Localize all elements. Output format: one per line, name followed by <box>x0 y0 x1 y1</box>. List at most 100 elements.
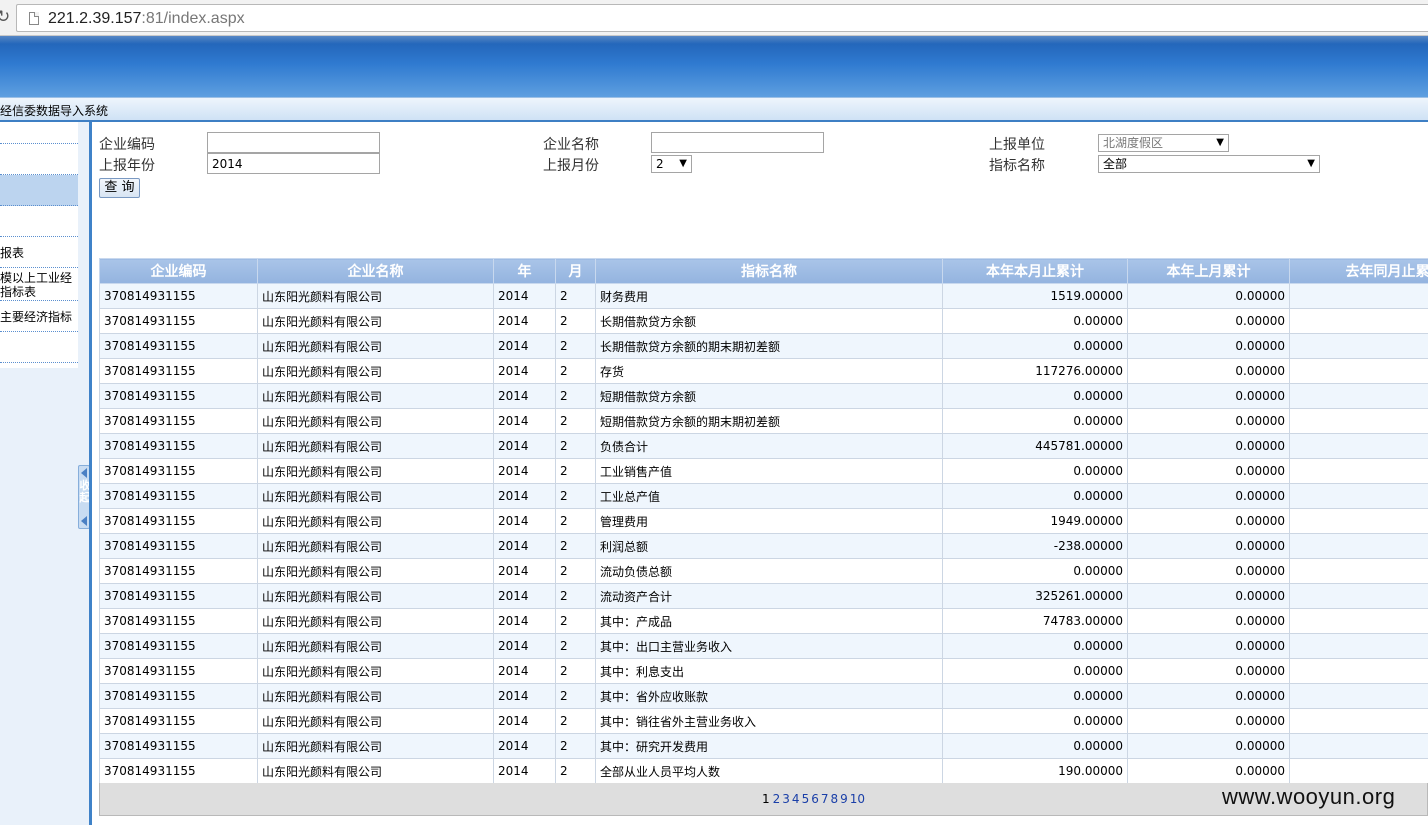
table-row[interactable]: 370814931155 山东阳光颜料有限公司 2014 2 流动资产合计 325261.… <box>99 583 1428 609</box>
table-cell: 190.00000 <box>942 758 1128 784</box>
table-cell: 0.00000 <box>942 558 1128 584</box>
column-header[interactable]: 年 <box>493 258 556 284</box>
table-cell: 山东阳光颜料有限公司 <box>257 483 494 509</box>
table-cell: 山东阳光颜料有限公司 <box>257 508 494 534</box>
table-cell: 2014 <box>493 558 556 584</box>
table-row[interactable]: 370814931155 山东阳光颜料有限公司 2014 2 其中：产成品 74783.0… <box>99 608 1428 634</box>
table-cell: 107620 <box>1289 358 1428 384</box>
report-month-select[interactable]: 2 ▼ <box>651 155 692 173</box>
table-cell: 370814931155 <box>99 733 258 759</box>
table-cell: 0.00000 <box>942 408 1128 434</box>
report-year-input[interactable] <box>207 153 380 174</box>
report-unit-select[interactable]: 北湖度假区 ▼ <box>1098 134 1229 152</box>
pager-page-link[interactable]: 7 <box>821 792 829 806</box>
pager-page-link[interactable]: 5 <box>802 792 810 806</box>
table-row[interactable]: 370814931155 山东阳光颜料有限公司 2014 2 其中：省外应收账款 0.00… <box>99 683 1428 709</box>
collapse-arrow-icon <box>81 516 87 526</box>
table-cell: 370814931155 <box>99 308 258 334</box>
data-table: 企业编码企业名称年月指标名称本年本月止累计本年上月累计去年同月止累计 37081… <box>99 258 1428 818</box>
table-cell: 流动负债总额 <box>595 558 943 584</box>
column-header[interactable]: 去年同月止累计 <box>1289 258 1428 284</box>
table-cell: 1519.00000 <box>942 283 1128 309</box>
sidebar-item[interactable]: 规模以上工业经济指标表 <box>0 269 78 301</box>
report-month-label: 上报月份 <box>543 158 599 174</box>
sidebar-item[interactable]: 入 <box>0 145 78 175</box>
table-cell: 0.00000 <box>1127 633 1290 659</box>
sidebar-item[interactable]: 况报表 <box>0 238 78 268</box>
table-row[interactable]: 370814931155 山东阳光颜料有限公司 2014 2 长期借款贷方余额的期末期初… <box>99 333 1428 359</box>
pager-page-link[interactable]: 6 <box>811 792 819 806</box>
table-row[interactable]: 370814931155 山东阳光颜料有限公司 2014 2 管理费用 1949.0000… <box>99 508 1428 534</box>
table-cell: 0.00000 <box>1127 283 1290 309</box>
url-input[interactable]: 221.2.39.157:81/index.aspx <box>16 4 1428 32</box>
table-cell: 370814931155 <box>99 758 258 784</box>
sidebar-item[interactable] <box>0 333 78 363</box>
reload-icon[interactable]: ↻ <box>0 8 12 26</box>
table-cell: 370814931155 <box>99 508 258 534</box>
table-cell: 325261.00000 <box>942 583 1128 609</box>
sidebar-item-label: 规模以上工业经济指标表 <box>0 271 73 299</box>
table-row[interactable]: 370814931155 山东阳光颜料有限公司 2014 2 长期借款贷方余额 0.000… <box>99 308 1428 334</box>
dropdown-arrow-icon: ▼ <box>679 158 687 169</box>
table-row[interactable]: 370814931155 山东阳光颜料有限公司 2014 2 财务费用 1519.0000… <box>99 283 1428 309</box>
pager-page-link[interactable]: 3 <box>782 792 790 806</box>
table-cell: 2014 <box>493 408 556 434</box>
table-row[interactable]: 370814931155 山东阳光颜料有限公司 2014 2 全部从业人员平均人数 190… <box>99 758 1428 784</box>
column-header[interactable]: 企业编码 <box>99 258 258 284</box>
table-cell: 0 <box>1289 708 1428 734</box>
table-cell: 0.00000 <box>942 708 1128 734</box>
table-row[interactable]: 370814931155 山东阳光颜料有限公司 2014 2 其中：研究开发费用 0.00… <box>99 733 1428 759</box>
table-row[interactable]: 370814931155 山东阳光颜料有限公司 2014 2 其中：出口主营业务收入 0.… <box>99 633 1428 659</box>
table-row[interactable]: 370814931155 山东阳光颜料有限公司 2014 2 负债合计 445781.00… <box>99 433 1428 459</box>
table-cell: 负债合计 <box>595 433 943 459</box>
table-cell: 370814931155 <box>99 633 258 659</box>
table-cell: 2014 <box>493 358 556 384</box>
report-unit-label: 上报单位 <box>989 137 1045 153</box>
table-cell: -238.00000 <box>942 533 1128 559</box>
table-cell: 2014 <box>493 708 556 734</box>
sidebar-item[interactable]: 理 <box>0 207 78 237</box>
table-row[interactable]: 370814931155 山东阳光颜料有限公司 2014 2 其中：销往省外主营业务收入… <box>99 708 1428 734</box>
table-cell: 0.00000 <box>1127 408 1290 434</box>
report-year-label: 上报年份 <box>99 158 155 174</box>
table-row[interactable]: 370814931155 山东阳光颜料有限公司 2014 2 其中：利息支出 0.0000… <box>99 658 1428 684</box>
column-header[interactable]: 本年上月累计 <box>1127 258 1290 284</box>
table-row[interactable]: 370814931155 山东阳光颜料有限公司 2014 2 存货 117276.0000… <box>99 358 1428 384</box>
sidebar-item[interactable]: 户 <box>0 175 78 206</box>
pager-page-link[interactable]: 9 <box>840 792 848 806</box>
column-header[interactable]: 企业名称 <box>257 258 494 284</box>
company-code-input[interactable] <box>207 132 380 153</box>
pager-page-link[interactable]: 2 <box>773 792 781 806</box>
system-title: 市经信委数据导入系统 <box>0 104 109 118</box>
table-row[interactable]: 370814931155 山东阳光颜料有限公司 2014 2 工业销售产值 0.00000… <box>99 458 1428 484</box>
table-row[interactable]: 370814931155 山东阳光颜料有限公司 2014 2 流动负债总额 0.00000… <box>99 558 1428 584</box>
table-cell: 2 <box>555 483 596 509</box>
pager-page-link[interactable]: 8 <box>830 792 838 806</box>
table-cell: 2 <box>555 433 596 459</box>
pager-page-link[interactable]: 10 <box>850 792 865 806</box>
table-cell: 其中：利息支出 <box>595 658 943 684</box>
pager-page-link[interactable]: 4 <box>792 792 800 806</box>
column-header[interactable]: 本年本月止累计 <box>942 258 1128 284</box>
indicator-select[interactable]: 全部 ▼ <box>1098 155 1320 173</box>
company-name-input[interactable] <box>651 132 824 153</box>
column-header[interactable]: 月 <box>555 258 596 284</box>
sidebar-item[interactable]: 理 <box>0 122 78 144</box>
table-row[interactable]: 370814931155 山东阳光颜料有限公司 2014 2 利润总额 -238.0000… <box>99 533 1428 559</box>
table-cell: 370814931155 <box>99 483 258 509</box>
dropdown-arrow-icon: ▼ <box>1216 137 1224 148</box>
sidebar-item[interactable]: 业主要经济指标 <box>0 302 78 332</box>
table-row[interactable]: 370814931155 山东阳光颜料有限公司 2014 2 工业总产值 0.00000 0… <box>99 483 1428 509</box>
pager-current-page: 1 <box>762 792 770 806</box>
table-cell: 0.00000 <box>1127 308 1290 334</box>
column-header[interactable]: 指标名称 <box>595 258 943 284</box>
table-row[interactable]: 370814931155 山东阳光颜料有限公司 2014 2 短期借款贷方余额的期末期初… <box>99 408 1428 434</box>
table-cell: 0 <box>1289 558 1428 584</box>
table-row[interactable]: 370814931155 山东阳光颜料有限公司 2014 2 短期借款贷方余额 0.000… <box>99 383 1428 409</box>
table-cell: 0.00000 <box>1127 533 1290 559</box>
query-button[interactable]: 查 询 <box>99 178 140 198</box>
table-cell: 山东阳光颜料有限公司 <box>257 683 494 709</box>
table-cell: 499 <box>1289 658 1428 684</box>
table-cell: 0 <box>1289 308 1428 334</box>
table-cell: 2 <box>555 458 596 484</box>
